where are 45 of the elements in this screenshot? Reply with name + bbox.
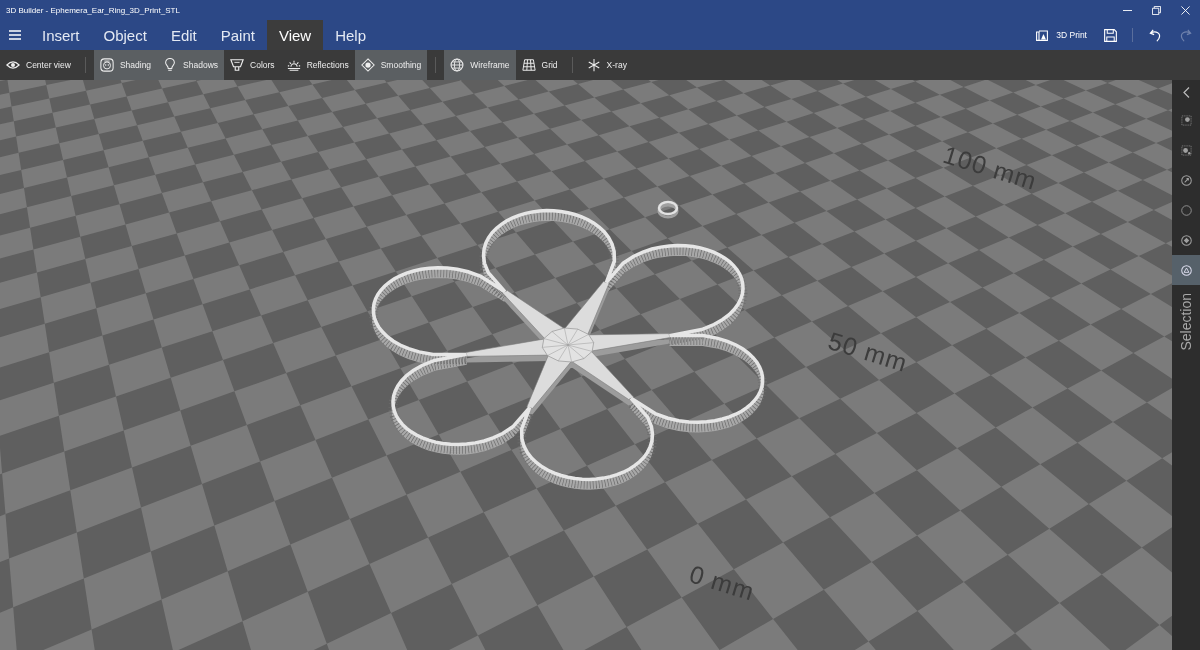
scale-label: 50 mm <box>824 326 912 378</box>
undo-icon <box>1148 28 1162 42</box>
grid-icon <box>521 58 536 72</box>
smoothing-toggle[interactable]: Smoothing <box>354 50 428 80</box>
window-title: 3D Builder - Ephemera_Ear_Ring_3D_Print_STL <box>5 5 180 15</box>
circle-triangle-icon <box>1180 264 1192 276</box>
circle-icon <box>1180 204 1192 216</box>
dotted-square-icon <box>1180 144 1192 156</box>
circle-diamond-icon <box>1180 234 1192 246</box>
menu-tab[interactable]: Insert <box>30 20 92 50</box>
scale-label: 0 mm <box>685 559 759 607</box>
shading-toggle[interactable]: Shading <box>93 50 158 80</box>
wireframe-toggle[interactable]: Wireframe <box>444 50 516 80</box>
3d-print-button[interactable]: 3D Print <box>1028 20 1095 50</box>
globe-icon <box>450 58 465 72</box>
asterisk-icon <box>586 58 601 72</box>
selection-mode-button[interactable] <box>1172 255 1200 285</box>
eye-icon <box>6 58 20 72</box>
diamond-icon <box>360 58 375 72</box>
framed-circle-icon <box>99 58 114 72</box>
colors-toggle[interactable]: Colors <box>224 50 281 80</box>
box-triangle-icon <box>1036 29 1049 41</box>
menu-icon <box>9 30 21 40</box>
close-icon <box>1181 5 1190 15</box>
redo-icon <box>1178 28 1192 42</box>
cup-icon <box>230 58 245 72</box>
restore-icon <box>1152 5 1161 15</box>
menu-tab[interactable]: Edit <box>158 20 209 50</box>
menu-tab[interactable]: Help <box>323 20 379 50</box>
sunrise-icon <box>286 58 301 72</box>
center-view-button[interactable]: Center view <box>0 50 77 80</box>
menu-tab[interactable]: Object <box>91 20 159 50</box>
grid-toggle[interactable]: Grid <box>515 50 564 80</box>
panel-title: Selection <box>1178 293 1194 351</box>
dotted-square-icon <box>1180 114 1192 126</box>
menu-tab[interactable]: View <box>266 20 324 50</box>
scale-label: 100 mm <box>939 140 1041 196</box>
x-ray-toggle[interactable]: X-ray <box>580 50 633 80</box>
lightbulb-icon <box>163 58 178 72</box>
circle-arrow-icon <box>1180 174 1192 186</box>
chevron-left-icon <box>1182 87 1190 98</box>
shadows-toggle[interactable]: Shadows <box>157 50 225 80</box>
reflections-toggle[interactable]: Reflections <box>280 50 355 80</box>
menu-tab[interactable]: Paint <box>208 20 267 50</box>
save-icon <box>1103 28 1117 42</box>
